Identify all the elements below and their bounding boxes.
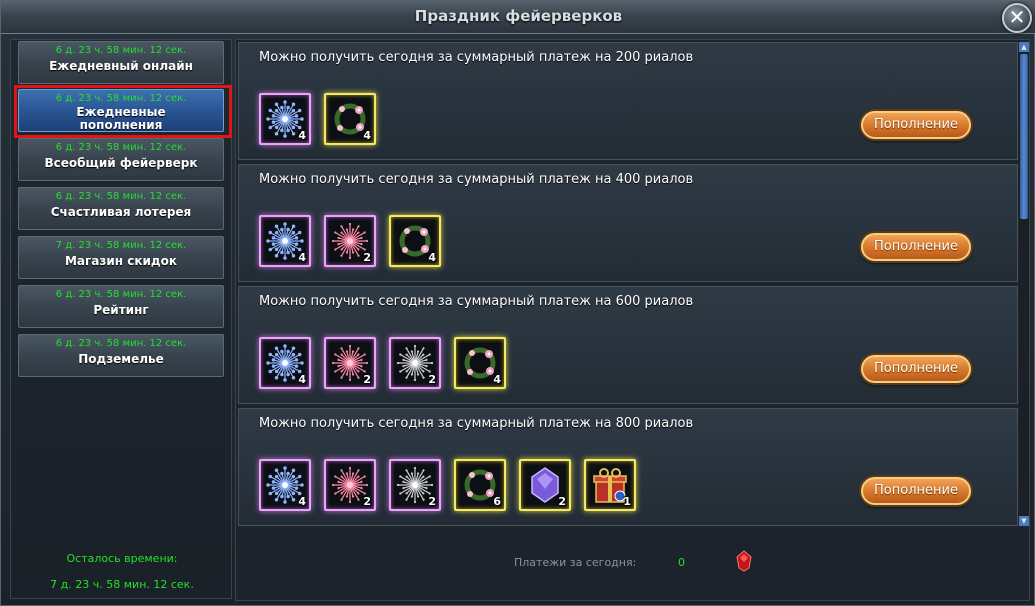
scroll-thumb[interactable] xyxy=(1020,54,1028,219)
sidebar-item-label: Магазин скидок xyxy=(64,254,177,268)
sidebar: 6 д. 23 ч. 58 мин. 12 сек. Ежедневный онл… xyxy=(10,39,232,599)
reward-caption: Можно получить сегодня за суммарный плат… xyxy=(259,172,694,187)
item-count: 1 xyxy=(623,495,631,508)
topup-button[interactable]: Пополнение xyxy=(861,233,971,261)
sidebar-item-timer: 7 д. 23 ч. 58 мин. 12 сек. xyxy=(55,240,187,251)
close-icon[interactable]: ✕ xyxy=(1002,3,1032,33)
footer: Платежи за сегодня: 0 xyxy=(238,530,1029,598)
reward-item[interactable]: 4 xyxy=(454,337,506,389)
item-count: 4 xyxy=(363,129,371,142)
item-count: 4 xyxy=(493,373,501,386)
window-title: Праздник фейерверков xyxy=(414,7,623,25)
reward-item[interactable]: 2 xyxy=(324,337,376,389)
reward-item[interactable]: 4 xyxy=(389,215,441,267)
item-count: 4 xyxy=(298,373,306,386)
reward-row: Можно получить сегодня за суммарный плат… xyxy=(238,42,1018,160)
reward-row: Можно получить сегодня за суммарный плат… xyxy=(238,286,1018,404)
rewards-panel: Можно получить сегодня за суммарный плат… xyxy=(235,39,1030,601)
item-count: 2 xyxy=(428,373,436,386)
reward-item[interactable]: 2 xyxy=(324,215,376,267)
sidebar-item-label: Ежедневный онлайн xyxy=(49,59,193,73)
sidebar-item-2[interactable]: 6 д. 23 ч. 58 мин. 12 сек. Ежедневные поп… xyxy=(18,89,224,132)
scroll-up-icon[interactable]: ▲ xyxy=(1019,42,1029,52)
reward-item[interactable]: 2 xyxy=(389,459,441,511)
sidebar-item-label: Рейтинг xyxy=(93,303,149,317)
item-count: 2 xyxy=(428,495,436,508)
reward-item[interactable]: 2 xyxy=(389,337,441,389)
sidebar-item-6[interactable]: 6 д. 23 ч. 58 мин. 12 сек. Рейтинг xyxy=(18,285,224,328)
sidebar-item-3[interactable]: 6 д. 23 ч. 58 мин. 12 сек. Всеобщий фейер… xyxy=(18,138,224,181)
ruby-icon xyxy=(736,550,752,572)
item-count: 4 xyxy=(298,251,306,264)
item-count: 2 xyxy=(363,251,371,264)
remaining-time-label: Осталось времени: xyxy=(66,552,178,565)
sidebar-item-timer: 6 д. 23 ч. 58 мин. 12 сек. xyxy=(55,45,187,56)
sidebar-item-timer: 6 д. 23 ч. 58 мин. 12 сек. xyxy=(55,289,187,300)
reward-item[interactable]: 4 xyxy=(259,337,311,389)
sidebar-item-timer: 6 д. 23 ч. 58 мин. 12 сек. xyxy=(55,191,187,202)
topup-button[interactable]: Пополнение xyxy=(861,111,971,139)
sidebar-item-timer: 6 д. 23 ч. 58 мин. 12 сек. xyxy=(55,338,187,349)
reward-item[interactable]: 1 xyxy=(584,459,636,511)
item-count: 4 xyxy=(428,251,436,264)
sidebar-item-timer: 6 д. 23 ч. 58 мин. 12 сек. xyxy=(55,142,187,153)
topup-button[interactable]: Пополнение xyxy=(861,477,971,505)
reward-item[interactable]: 2 xyxy=(324,459,376,511)
reward-item[interactable]: 2 xyxy=(519,459,571,511)
reward-row: Можно получить сегодня за суммарный плат… xyxy=(238,164,1018,282)
reward-caption: Можно получить сегодня за суммарный плат… xyxy=(259,294,694,309)
event-window: Праздник фейерверков ✕ 6 д. 23 ч. 58 мин… xyxy=(0,0,1035,606)
sidebar-item-label: Подземелье xyxy=(78,352,164,366)
scroll-down-icon[interactable]: ▼ xyxy=(1019,516,1029,526)
item-count: 2 xyxy=(363,495,371,508)
item-count: 4 xyxy=(298,495,306,508)
reward-item[interactable]: 4 xyxy=(259,93,311,145)
item-count: 6 xyxy=(493,495,501,508)
reward-caption: Можно получить сегодня за суммарный плат… xyxy=(259,416,694,431)
item-count: 4 xyxy=(298,129,306,142)
remaining-time-value: 7 д. 23 ч. 58 мин. 12 сек. xyxy=(50,578,194,591)
reward-item[interactable]: 4 xyxy=(259,215,311,267)
sidebar-item-timer: 6 д. 23 ч. 58 мин. 12 сек. xyxy=(55,93,187,104)
reward-list: Можно получить сегодня за суммарный плат… xyxy=(238,42,1018,526)
sidebar-item-5[interactable]: 7 д. 23 ч. 58 мин. 12 сек. Магазин скидок xyxy=(18,236,224,279)
item-count: 2 xyxy=(363,373,371,386)
topup-button[interactable]: Пополнение xyxy=(861,355,971,383)
reward-caption: Можно получить сегодня за суммарный плат… xyxy=(259,50,694,65)
item-count: 2 xyxy=(558,495,566,508)
reward-row: Можно получить сегодня за суммарный плат… xyxy=(238,408,1018,526)
payments-today-value: 0 xyxy=(678,556,685,569)
sidebar-item-label: Всеобщий фейерверк xyxy=(44,156,198,170)
titlebar: Праздник фейерверков ✕ xyxy=(1,1,1035,34)
sidebar-item-label: Ежедневные пополнения xyxy=(76,105,166,132)
reward-item[interactable]: 4 xyxy=(324,93,376,145)
payments-today-label: Платежи за сегодня: xyxy=(514,556,637,569)
scrollbar[interactable]: ▲ ▼ xyxy=(1019,42,1029,526)
sidebar-item-1[interactable]: 6 д. 23 ч. 58 мин. 12 сек. Ежедневный онл… xyxy=(18,41,224,84)
reward-item[interactable]: 4 xyxy=(259,459,311,511)
sidebar-item-label: Счастливая лотерея xyxy=(50,205,192,219)
sidebar-item-7[interactable]: 6 д. 23 ч. 58 мин. 12 сек. Подземелье xyxy=(18,334,224,377)
sidebar-item-4[interactable]: 6 д. 23 ч. 58 мин. 12 сек. Счастливая лот… xyxy=(18,187,224,230)
reward-item[interactable]: 6 xyxy=(454,459,506,511)
